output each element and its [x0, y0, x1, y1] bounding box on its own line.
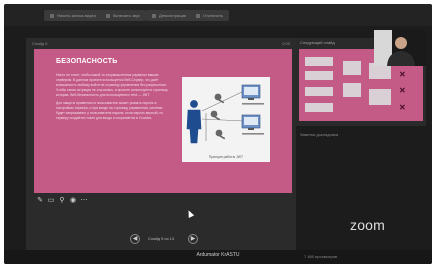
magnifier-icon[interactable]: ⚲ [58, 197, 66, 205]
thumb-block [305, 103, 333, 112]
webcam-video [374, 30, 426, 66]
user-icon [186, 109, 202, 144]
next-slide-title: Следующий слайд [300, 40, 335, 45]
leave-button[interactable]: Отключить [190, 10, 230, 21]
leave-icon [196, 13, 200, 18]
record-icon [50, 13, 54, 18]
user-head-icon [190, 100, 198, 108]
thumb-block [369, 89, 391, 105]
viewer-count: 7 460 просмотров [304, 254, 338, 259]
diagram-caption: Принцип работы JWT [208, 155, 244, 159]
next-slide-button[interactable]: ▶ [188, 234, 198, 244]
presenter-view: Слайд 9 0:00 БЕЗОПАСНОСТЬ Никто не хочет… [26, 38, 296, 256]
jwt-diagram-graphic [186, 84, 264, 144]
share-button[interactable]: Демонстрация [146, 10, 193, 21]
thumb-block [305, 87, 333, 96]
jwt-diagram: Принцип работы JWT [182, 77, 270, 162]
timer: 0:00 [282, 41, 290, 46]
record-button[interactable]: Начать запись видео [44, 10, 103, 21]
key-icon [214, 93, 222, 101]
presenter-header: Слайд 9 0:00 [26, 38, 296, 49]
slide-label: Слайд 9 [32, 41, 48, 46]
thumb-block [305, 57, 333, 66]
key-icon [210, 110, 218, 118]
share-icon [152, 13, 156, 18]
slide-title: БЕЗОПАСНОСТЬ [56, 58, 118, 65]
cross-icon: ✕ [399, 103, 406, 112]
presenter-name: Ardumator KrASTU [196, 252, 240, 258]
bottom-bar: Ardumator KrASTU 7 460 просмотров [4, 250, 432, 264]
zoom-logo: zoom [350, 217, 386, 233]
current-slide: БЕЗОПАСНОСТЬ Никто не хочет, чтобы какой… [34, 49, 292, 193]
pen-icon[interactable]: ✎ [36, 197, 44, 205]
thumb-block [305, 71, 333, 80]
previous-slide-button[interactable]: ◀ [130, 234, 140, 244]
zoom-window: Начать запись видео Включить звук Демонс… [4, 4, 432, 264]
pointer-icon[interactable]: ◉ [69, 197, 77, 205]
unmute-button[interactable]: Включить звук [100, 10, 146, 21]
cross-icon: ✕ [399, 70, 406, 79]
top-toolbar: Начать запись видео Включить звук Демонс… [4, 4, 432, 26]
server-icon [241, 114, 261, 130]
eraser-icon[interactable]: ▭ [47, 197, 55, 205]
key-icon [215, 129, 223, 137]
server-icon [241, 84, 261, 100]
slide-paragraph: Для защиты приватности пользователь може… [56, 101, 164, 120]
cross-icon: ✕ [399, 86, 406, 95]
microphone-icon [106, 13, 110, 18]
slide-counter: Слайд 9 из 13 [148, 236, 175, 241]
slide-paragraph: Никто не хочет, чтобы какой-то злоумышле… [56, 73, 169, 97]
thumb-block [343, 83, 361, 97]
thumb-block [343, 61, 361, 75]
presenter-video-frame [374, 30, 426, 66]
more-icon[interactable]: ⋯ [80, 197, 88, 205]
speaker-notes-title: Заметки докладчика [300, 132, 339, 137]
slide-body: Никто не хочет, чтобы какой-то злоумышле… [56, 73, 172, 124]
